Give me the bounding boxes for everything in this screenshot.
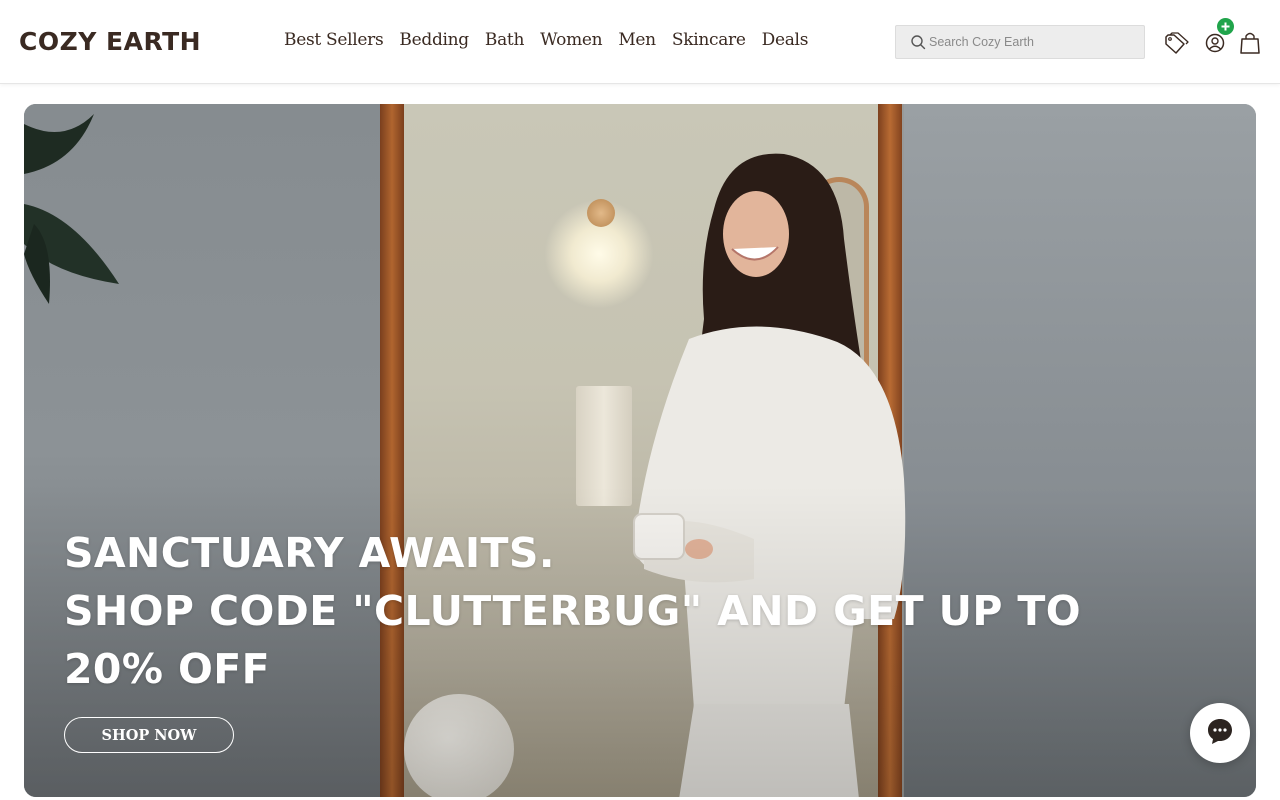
nav-item-best-sellers[interactable]: Best Sellers	[284, 30, 384, 50]
main-nav: Best Sellers Bedding Bath Women Men Skin…	[284, 30, 808, 50]
hero-banner: SANCTUARY AWAITS. SHOP CODE "CLUTTERBUG"…	[24, 104, 1256, 797]
nav-item-skincare[interactable]: Skincare	[672, 30, 746, 50]
chat-icon	[1205, 716, 1235, 751]
nav-item-deals[interactable]: Deals	[762, 30, 809, 50]
hero-headline: SANCTUARY AWAITS. SHOP CODE "CLUTTERBUG"…	[64, 524, 1214, 698]
nav-item-men[interactable]: Men	[618, 30, 656, 50]
hero-headline-line: SANCTUARY AWAITS.	[64, 529, 555, 577]
search-input[interactable]	[929, 35, 1139, 49]
brand-logo[interactable]: COZY EARTH	[19, 27, 201, 56]
nav-item-bath[interactable]: Bath	[485, 30, 525, 50]
shop-now-button[interactable]: SHOP NOW	[64, 717, 234, 753]
nav-item-women[interactable]: Women	[540, 30, 602, 50]
tag-icon[interactable]	[1164, 30, 1190, 56]
search-icon	[910, 34, 926, 50]
chat-button[interactable]	[1190, 703, 1250, 763]
site-header: COZY EARTH Best Sellers Bedding Bath Wom…	[0, 0, 1280, 84]
hero-headline-line: 20% OFF	[64, 645, 271, 693]
nav-item-bedding[interactable]: Bedding	[399, 30, 469, 50]
account-icon[interactable]	[1202, 30, 1228, 56]
hero-headline-line: SHOP CODE "CLUTTERBUG" AND GET UP TO	[64, 587, 1082, 635]
cart-icon[interactable]	[1237, 30, 1263, 56]
search-box[interactable]	[895, 25, 1145, 59]
